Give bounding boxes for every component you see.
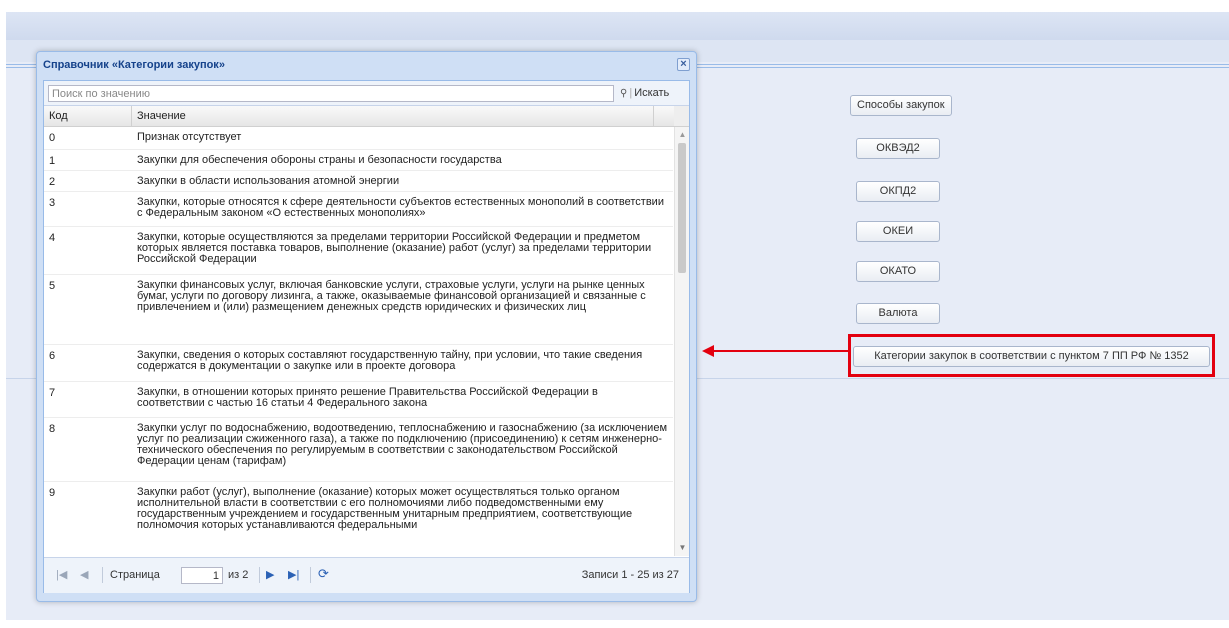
next-page-icon[interactable]: ▶ bbox=[266, 568, 274, 583]
table-row[interactable]: 2 Закупки в области использования атомно… bbox=[44, 171, 673, 192]
cell-value: Закупки работ (услуг), выполнение (оказа… bbox=[137, 486, 633, 531]
cell-code: 1 bbox=[49, 155, 56, 167]
search-bar: ⚲|Искать bbox=[44, 81, 689, 106]
dialog-title: Справочник «Категории закупок» bbox=[43, 59, 225, 71]
btn-okpd2[interactable]: ОКПД2 bbox=[856, 181, 940, 202]
top-toolbar-strip bbox=[6, 12, 1229, 41]
table-row[interactable]: 9 Закупки работ (услуг), выполнение (ока… bbox=[44, 482, 673, 556]
table-row[interactable]: 6 Закупки, сведения о которых составляют… bbox=[44, 345, 673, 382]
btn-okato[interactable]: ОКАТО bbox=[856, 261, 940, 282]
dialog-body: ⚲|Искать Код Значение 0 Признак отсутств… bbox=[43, 80, 690, 593]
reference-dialog: Справочник «Категории закупок» × ⚲|Искат… bbox=[36, 51, 697, 602]
column-header-code[interactable]: Код bbox=[44, 106, 132, 126]
cell-code: 9 bbox=[49, 487, 56, 499]
paging-toolbar: |◀ ◀ Страница из 2 ▶ ▶| ⟳ Записи 1 - 25 … bbox=[44, 557, 689, 593]
scroll-down-icon[interactable]: ▼ bbox=[675, 542, 690, 554]
separator bbox=[259, 567, 260, 583]
records-info: Записи 1 - 25 из 27 bbox=[581, 569, 679, 581]
cell-value: Закупки, в отношении которых принято реш… bbox=[137, 386, 598, 409]
search-input[interactable] bbox=[48, 85, 614, 102]
separator: | bbox=[629, 87, 633, 99]
search-button[interactable]: ⚲ | Искать bbox=[620, 86, 669, 101]
cell-code: 7 bbox=[49, 387, 56, 399]
scroll-up-icon[interactable]: ▲ bbox=[675, 129, 690, 141]
cell-value: Закупки, которые осуществляются за преде… bbox=[137, 231, 652, 265]
table-row[interactable]: 1 Закупки для обеспечения обороны страны… bbox=[44, 150, 673, 171]
column-header-value[interactable]: Значение bbox=[132, 106, 654, 126]
search-button-label: Искать bbox=[634, 87, 670, 99]
header-scroll-spacer bbox=[674, 106, 689, 127]
separator bbox=[310, 567, 311, 583]
page-of-label: из 2 bbox=[228, 569, 249, 581]
cell-value: Закупки финансовых услуг, включая банков… bbox=[137, 279, 646, 313]
vertical-scrollbar[interactable]: ▲ ▼ bbox=[674, 127, 689, 556]
binoculars-icon: ⚲ bbox=[620, 88, 628, 99]
cell-code: 6 bbox=[49, 350, 56, 362]
highlight-box bbox=[848, 334, 1215, 377]
dialog-header[interactable]: Справочник «Категории закупок» × bbox=[37, 52, 696, 78]
cell-code: 3 bbox=[49, 197, 56, 209]
btn-purchase-methods[interactable]: Способы закупок bbox=[850, 95, 952, 116]
table-row[interactable]: 0 Признак отсутствует bbox=[44, 127, 673, 150]
first-page-icon[interactable]: |◀ bbox=[56, 568, 67, 583]
btn-okved2[interactable]: ОКВЭД2 bbox=[856, 138, 940, 159]
table-row[interactable]: 5 Закупки финансовых услуг, включая банк… bbox=[44, 275, 673, 345]
last-page-icon[interactable]: ▶| bbox=[288, 568, 299, 583]
table-row[interactable]: 7 Закупки, в отношении которых принято р… bbox=[44, 382, 673, 418]
cell-code: 8 bbox=[49, 423, 56, 435]
arrow-left-icon bbox=[702, 345, 848, 357]
cell-code: 0 bbox=[49, 132, 56, 144]
table-row[interactable]: 3 Закупки, которые относятся к сфере дея… bbox=[44, 192, 673, 227]
cell-value: Закупки для обеспечения обороны страны и… bbox=[137, 154, 502, 166]
cell-value: Закупки в области использования атомной … bbox=[137, 175, 400, 187]
grid-body: 0 Признак отсутствует 1 Закупки для обес… bbox=[44, 127, 673, 556]
close-icon[interactable]: × bbox=[677, 58, 690, 71]
btn-okei[interactable]: ОКЕИ bbox=[856, 221, 940, 242]
scroll-thumb[interactable] bbox=[678, 143, 686, 273]
page-label: Страница bbox=[110, 569, 160, 581]
grid-header: Код Значение bbox=[44, 106, 674, 127]
btn-currency[interactable]: Валюта bbox=[856, 303, 940, 324]
prev-page-icon[interactable]: ◀ bbox=[80, 568, 88, 583]
refresh-icon[interactable]: ⟳ bbox=[318, 566, 329, 581]
cell-value: Закупки, которые относятся к сфере деяте… bbox=[137, 196, 664, 219]
table-row[interactable]: 4 Закупки, которые осуществляются за пре… bbox=[44, 227, 673, 275]
cell-value: Закупки услуг по водоснабжению, водоотве… bbox=[137, 422, 668, 467]
cell-value: Признак отсутствует bbox=[137, 131, 242, 143]
cell-code: 2 bbox=[49, 176, 56, 188]
cell-value: Закупки, сведения о которых составляют г… bbox=[137, 349, 643, 372]
page-number-input[interactable] bbox=[181, 567, 223, 584]
cell-code: 4 bbox=[49, 232, 56, 244]
table-row[interactable]: 8 Закупки услуг по водоснабжению, водоот… bbox=[44, 418, 673, 482]
cell-code: 5 bbox=[49, 280, 56, 292]
separator bbox=[102, 567, 103, 583]
